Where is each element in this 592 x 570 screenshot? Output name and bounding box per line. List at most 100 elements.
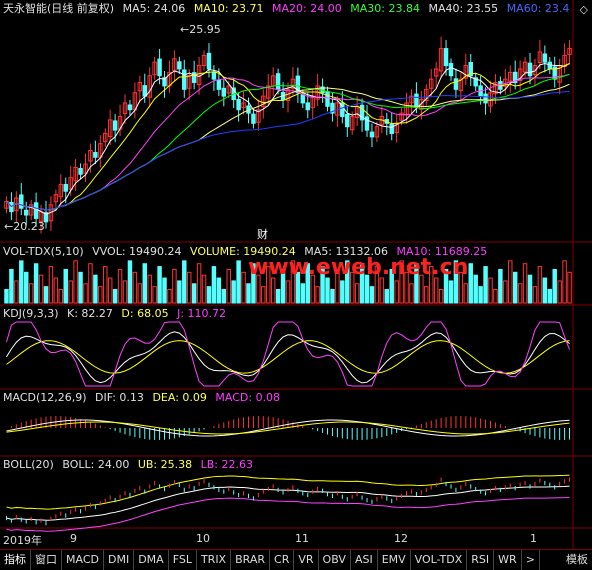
ma10-label: MA10: 23.71 — [193, 2, 264, 15]
main-header: 天永智能(日线 前复权) MA5: 24.06 MA10: 23.71 MA20… — [3, 2, 574, 15]
volume-bar — [78, 271, 83, 304]
tab-2[interactable]: MACD — [62, 550, 104, 570]
candle-body — [211, 71, 217, 80]
tab-16[interactable]: > — [522, 550, 540, 570]
volume-bar — [547, 289, 553, 304]
tab-11[interactable]: ASI — [351, 550, 378, 570]
diamond-icon[interactable]: ◇ — [580, 3, 588, 16]
candle-body — [19, 194, 24, 209]
candle-body — [157, 58, 162, 77]
volume-bar — [196, 263, 202, 304]
volume-bar — [226, 268, 231, 304]
volume-bar — [211, 266, 217, 304]
boll-header: BOLL(20) BOLL: 24.00 UB: 25.38 LB: 22.63 — [3, 458, 258, 471]
volume-bar — [493, 289, 498, 304]
tab-8[interactable]: CR — [270, 550, 295, 570]
volume-bar — [63, 268, 68, 304]
candle-body — [448, 63, 454, 77]
vvol-label: VVOL: 19490.24 — [92, 245, 182, 258]
boll-mid-label: BOLL: 24.00 — [62, 458, 130, 471]
volume-bar — [246, 283, 251, 304]
tab-15[interactable]: WR — [494, 550, 522, 570]
candle-body — [453, 78, 459, 90]
tab-10[interactable]: OBV — [319, 550, 351, 570]
boll-lb-label: LB: 22.63 — [200, 458, 253, 471]
vol-name: VOL-TDX(5,10) — [3, 245, 84, 258]
volume-bar — [270, 277, 276, 304]
volume-bar — [9, 268, 14, 304]
kdj-k-label: K: 82.27 — [67, 307, 113, 320]
volume-bar — [532, 286, 538, 304]
volume-bar — [503, 280, 508, 304]
watermark: www.eweb.net.cn — [248, 255, 469, 280]
tab-1[interactable]: 窗口 — [31, 550, 62, 570]
candle-body — [142, 85, 147, 97]
x-axis-month-9: 9 — [70, 532, 77, 545]
volume-bar — [325, 277, 330, 304]
volume-bar — [409, 283, 414, 304]
volume-bar — [216, 277, 222, 304]
macd-dea-label: DEA: 0.09 — [152, 391, 207, 404]
stock-title: 天永智能(日线 前复权) — [3, 2, 115, 15]
candle-body — [305, 102, 310, 111]
volume-bar — [162, 277, 167, 304]
volume-bar — [117, 268, 123, 304]
volume-bar — [98, 286, 103, 304]
volume-bar — [315, 286, 320, 304]
volume-bar — [73, 260, 78, 304]
candle-body — [93, 152, 98, 158]
tab-7[interactable]: BRAR — [231, 550, 271, 570]
volume-bar — [172, 268, 177, 304]
kdj-d-label: D: 68.05 — [121, 307, 169, 320]
kdj-k-line — [6, 331, 570, 384]
macd-value-label: MACD: 0.08 — [215, 391, 281, 404]
volume-bar — [562, 260, 567, 304]
candle-body — [527, 62, 533, 77]
tab-5[interactable]: FSL — [169, 550, 197, 570]
indicator-tab-bar: 指标 窗口 MACD DMI DMA FSL TRIX BRAR CR VR OBV ASI EMV VO… — [0, 549, 592, 570]
volume-bar — [394, 280, 399, 304]
tab-12[interactable]: EMV — [378, 550, 411, 570]
tab-14[interactable]: RSI — [467, 550, 495, 570]
candle-body — [275, 73, 281, 90]
volume-bar — [567, 271, 572, 304]
volume-bar — [369, 286, 375, 304]
candle-body — [236, 99, 241, 111]
tab-0[interactable]: 指标 — [0, 550, 31, 570]
event-marker: 财 — [257, 227, 268, 241]
tab-17[interactable]: 模板 — [562, 550, 592, 570]
tab-13[interactable]: VOL-TDX — [411, 550, 468, 570]
volume-bar — [38, 274, 44, 304]
tab-4[interactable]: DMA — [134, 550, 169, 570]
tab-6[interactable]: TRIX — [197, 550, 232, 570]
volume-bar — [463, 283, 469, 304]
x-axis-month-11: 11 — [295, 532, 309, 545]
boll-lb-line — [6, 496, 570, 532]
macd-header: MACD(12,26,9) DIF: 0.13 DEA: 0.09 MACD: … — [3, 391, 285, 404]
volume-bar — [191, 283, 197, 304]
volume-bar — [473, 274, 478, 304]
volume-bar — [14, 280, 19, 304]
x-axis-year: 2019年 — [3, 534, 42, 547]
candle-body — [443, 48, 449, 67]
volume-bar — [167, 289, 172, 304]
volume-bar — [384, 289, 390, 304]
volume-bar — [517, 283, 523, 304]
tab-9[interactable]: VR — [294, 550, 319, 570]
volume-bar — [236, 260, 241, 304]
volume-bar — [177, 280, 182, 304]
kdj-header: KDJ(9,3,3) K: 82.27 D: 68.05 J: 110.72 — [3, 307, 231, 320]
volume-bar — [68, 280, 73, 304]
volume-bar — [88, 263, 93, 304]
volume-bar — [483, 266, 488, 304]
candle-body — [63, 183, 68, 192]
candle-body — [325, 91, 330, 107]
tab-3[interactable]: DMI — [104, 550, 135, 570]
volume-bar — [93, 274, 98, 304]
kdj-d-line — [6, 340, 570, 374]
boll-ub-label: UB: 25.38 — [137, 458, 193, 471]
high-price-label: ←25.95 — [180, 23, 221, 36]
candle-body — [414, 93, 419, 107]
ma20-label: MA20: 24.00 — [272, 2, 342, 15]
ma60-label: MA60: 23.4 — [506, 2, 570, 15]
